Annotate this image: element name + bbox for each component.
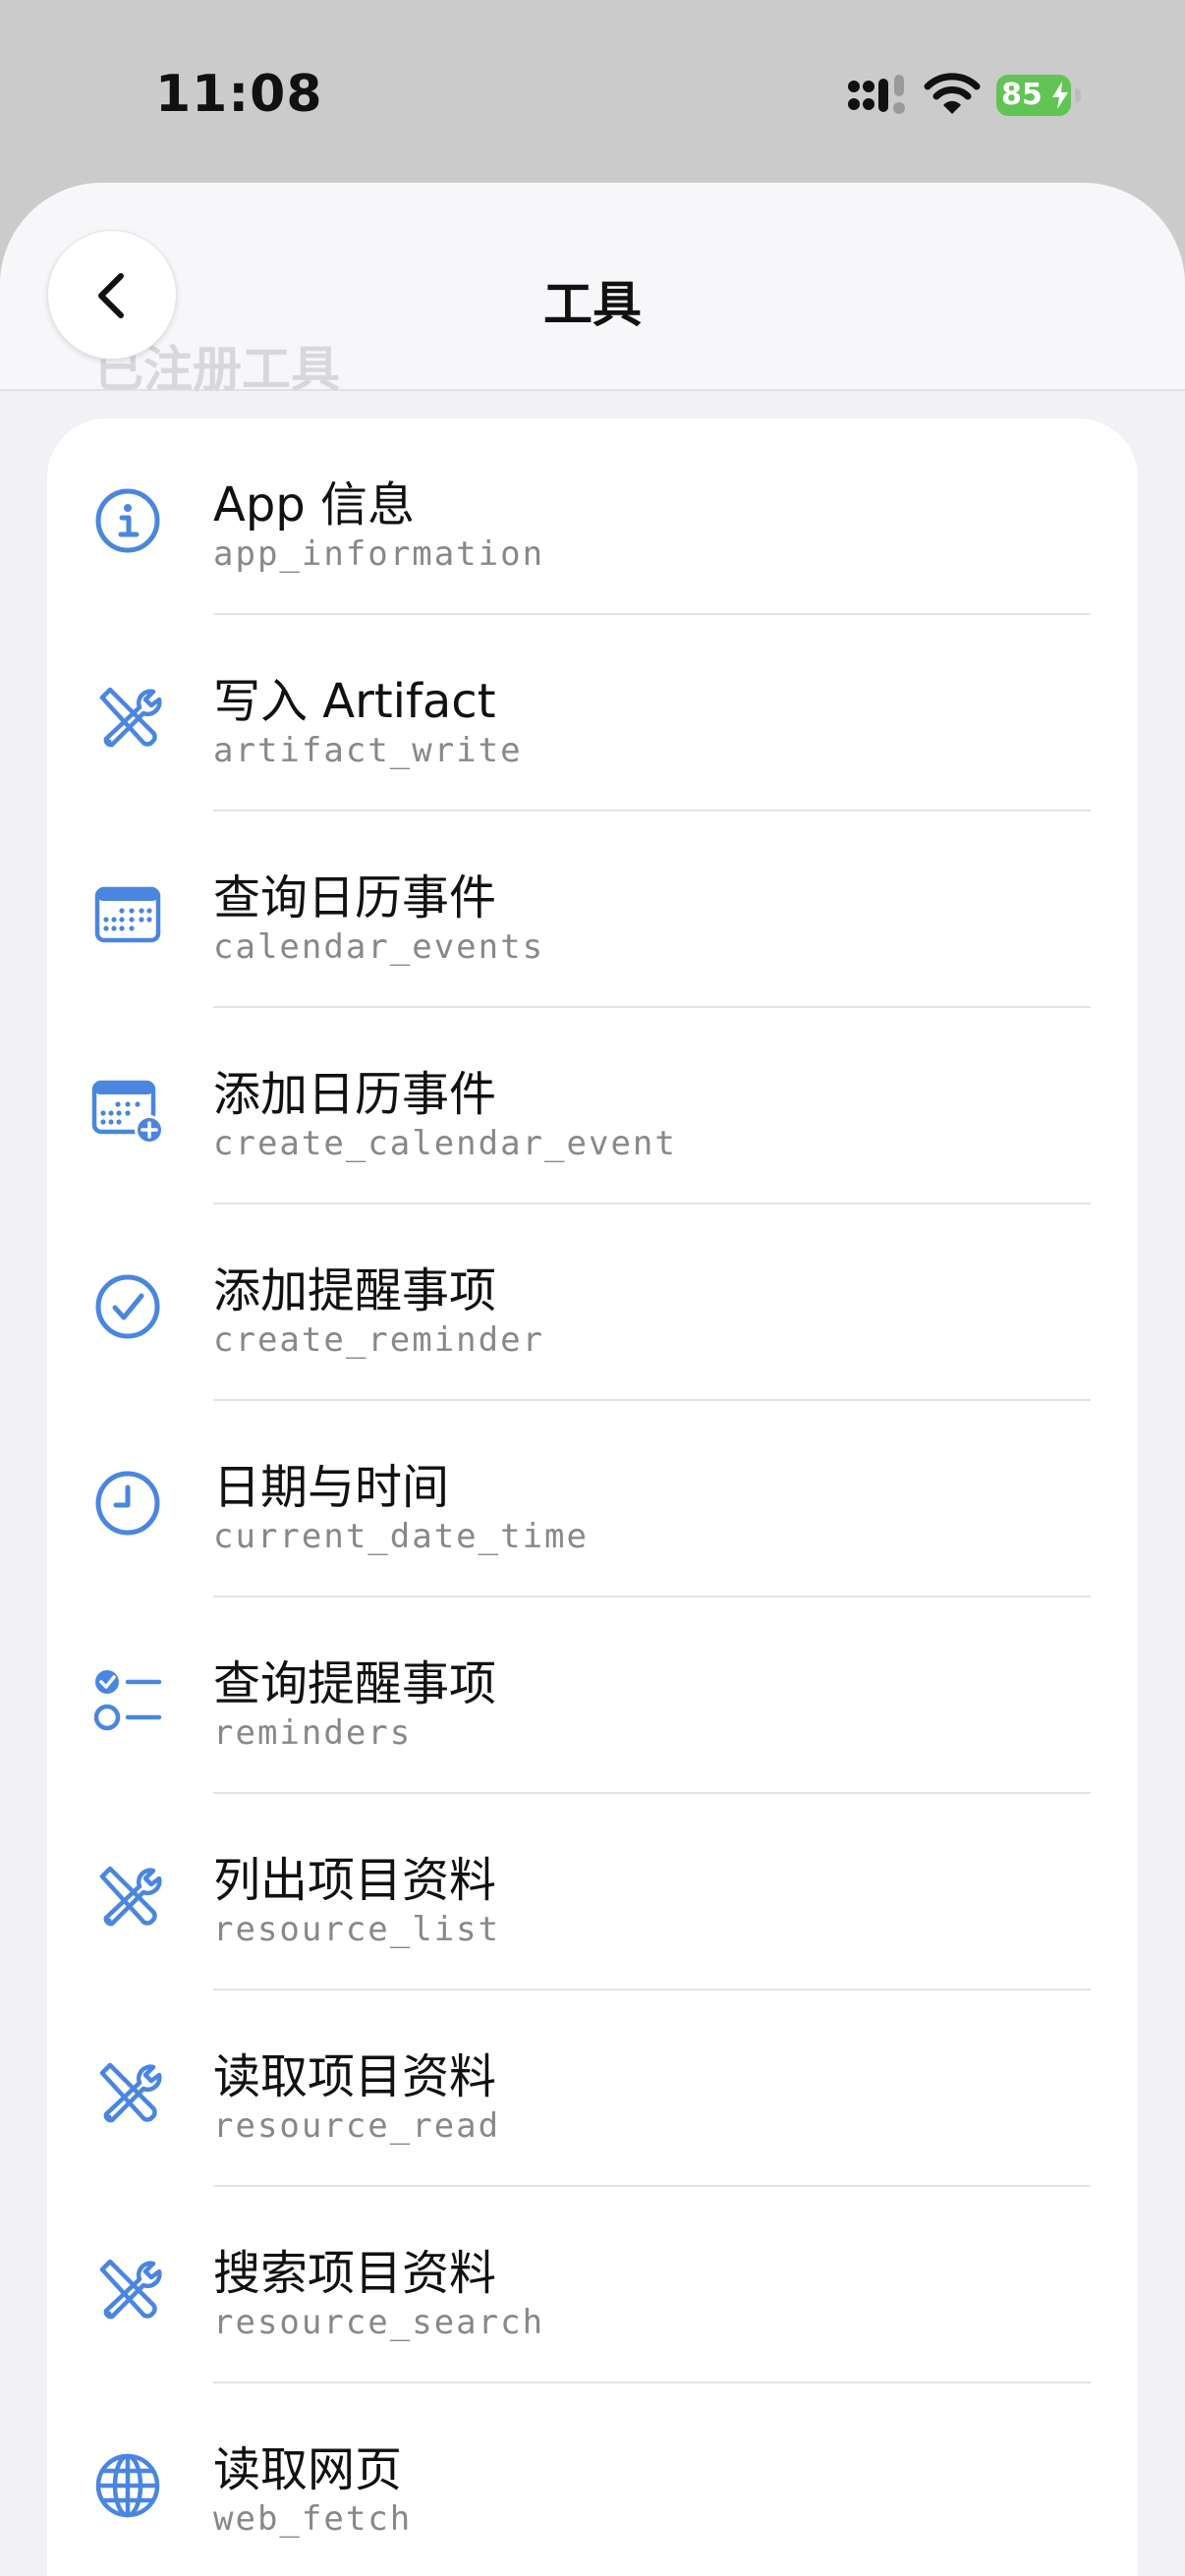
tool-row-reminders[interactable]: 查询提醒事项 reminders: [47, 1597, 1138, 1794]
tool-title: 列出项目资料: [213, 1853, 497, 1908]
tool-identifier: resource_list: [213, 1910, 501, 1949]
tool-title: 写入 Artifact: [213, 674, 496, 729]
calendar-add-icon: [88, 1071, 167, 1149]
tools-icon: [88, 1857, 167, 1935]
tool-identifier: artifact_write: [213, 731, 523, 770]
checklist-icon: [88, 1660, 167, 1739]
calendar-icon: [88, 874, 167, 953]
tool-identifier: calendar_events: [213, 927, 545, 967]
charging-bolt-icon: [1052, 82, 1068, 109]
tool-title: 添加提醒事项: [213, 1263, 497, 1318]
status-time: 11:08: [155, 65, 323, 124]
tool-row-artifact-write[interactable]: 写入 Artifact artifact_write: [47, 615, 1138, 812]
tool-row-create-calendar-event[interactable]: 添加日历事件 create_calendar_event: [47, 1008, 1138, 1204]
tool-row-resource-search[interactable]: 搜索项目资料 resource_search: [47, 2187, 1138, 2383]
tools-icon: [88, 2250, 167, 2328]
info-icon: [88, 481, 167, 560]
status-bar: 11:08 85: [0, 0, 1185, 187]
clock-icon: [88, 1464, 167, 1542]
battery-indicator: 85: [996, 75, 1081, 116]
tool-row-resource-list[interactable]: 列出项目资料 resource_list: [47, 1794, 1138, 1990]
tool-title: 读取网页: [213, 2442, 403, 2497]
tool-identifier: reminders: [213, 1713, 413, 1753]
tool-row-create-reminder[interactable]: 添加提醒事项 create_reminder: [47, 1204, 1138, 1401]
tool-row-web-fetch[interactable]: 读取网页 web_fetch: [47, 2383, 1138, 2576]
tool-title: 查询提醒事项: [213, 1656, 497, 1711]
tool-identifier: web_fetch: [213, 2499, 413, 2539]
tool-title: 查询日历事件: [213, 870, 497, 925]
tool-identifier: current_date_time: [213, 1517, 589, 1556]
sheet-header: 已注册工具 工具: [0, 183, 1185, 398]
tool-identifier: resource_search: [213, 2303, 545, 2342]
globe-icon: [88, 2446, 167, 2525]
tool-identifier: create_calendar_event: [213, 1124, 677, 1163]
tool-title: App 信息: [213, 477, 416, 532]
battery-cap: [1075, 88, 1081, 102]
tools-icon: [88, 678, 167, 756]
checkmark-circle-icon: [88, 1267, 167, 1346]
tool-list: App 信息 app_information 写入 Artifact artif…: [47, 419, 1138, 2576]
tool-title: 搜索项目资料: [213, 2246, 497, 2301]
wifi-icon: [924, 71, 981, 116]
tool-title: 日期与时间: [213, 1460, 450, 1515]
cellular-signal-icon: [847, 75, 906, 116]
tools-sheet: 已注册工具 工具 App 信息 app_information 写入 Artif…: [0, 183, 1185, 2576]
battery-percentage: 85: [1001, 78, 1043, 112]
tool-title: 读取项目资料: [213, 2049, 497, 2104]
tool-row-resource-read[interactable]: 读取项目资料 resource_read: [47, 1990, 1138, 2187]
page-title: 工具: [543, 276, 642, 333]
tools-icon: [88, 2053, 167, 2132]
tool-identifier: app_information: [213, 534, 545, 574]
tool-title: 添加日历事件: [213, 1067, 497, 1122]
tool-row-current-date-time[interactable]: 日期与时间 current_date_time: [47, 1401, 1138, 1597]
tool-row-calendar-events[interactable]: 查询日历事件 calendar_events: [47, 812, 1138, 1008]
tool-row-app-information[interactable]: App 信息 app_information: [47, 419, 1138, 615]
tool-identifier: create_reminder: [213, 1320, 545, 1360]
tool-identifier: resource_read: [213, 2106, 501, 2146]
